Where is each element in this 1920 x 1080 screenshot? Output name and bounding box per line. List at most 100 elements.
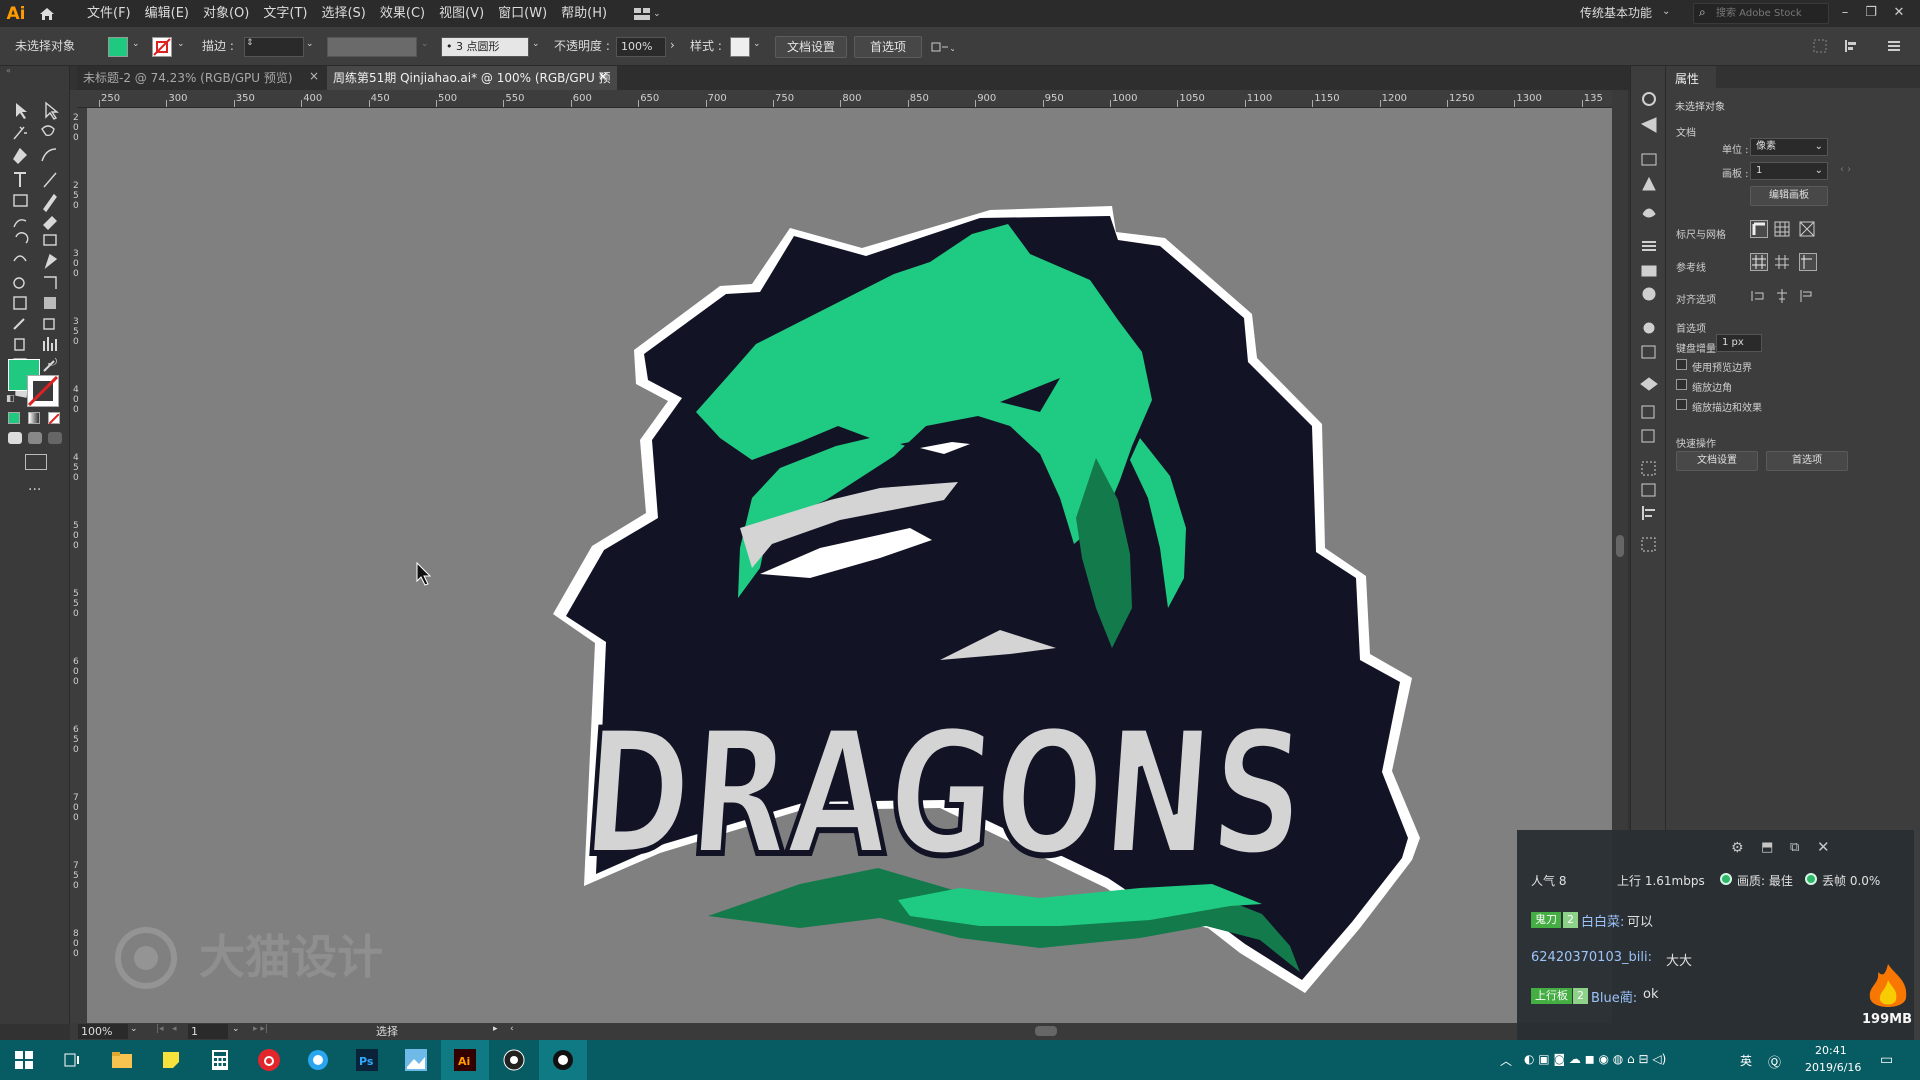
tab-qinjiahao[interactable]: 周练第51期 Qinjiahao.ai* @ 100% (RGB/GPU 预览) [327,66,617,109]
tray-icons[interactable]: ◐ ▣ ◙ ☁ ◼ ◉ ◍ ⌂ ⊟ ◁) [1524,1052,1666,1066]
zoom-input[interactable]: 100% [78,1024,128,1039]
gradient-mode-icon[interactable] [28,412,40,424]
brush-definition[interactable]: • 3 点圆形 [441,37,529,57]
chevron-right-icon[interactable]: › [670,38,675,52]
calculator-icon[interactable] [196,1040,244,1080]
draw-normal-icon[interactable] [8,432,22,444]
color-mode-icon[interactable] [8,412,20,424]
close-button[interactable]: ✕ [1886,0,1912,27]
previous-artboard-icon[interactable]: ‹ › [1840,164,1851,175]
snap-to-pixel-icon[interactable] [1750,288,1766,304]
menu-edit[interactable]: 编辑(E) [138,0,196,27]
artboard-canvas[interactable]: DRAGONS 大猫设计 [87,108,1612,1023]
artboard-number-input[interactable]: 1 [188,1024,228,1039]
document-setup-button[interactable]: 文档设置 [775,36,847,58]
menu-effect[interactable]: 效果(C) [373,0,432,27]
stepper-icon[interactable]: ⇕ [246,38,254,48]
tab-untitled-2[interactable]: 未标题-2 @ 74.23% (RGB/GPU 预览) [77,66,327,90]
pin-icon[interactable]: ⬒ [1761,840,1773,855]
panel-menu-icon[interactable] [1887,39,1903,55]
capture-app-icon[interactable] [539,1040,587,1080]
vertical-ruler[interactable]: 200 250 300 350 400 450 500 550 600 650 700 750 800 [70,108,87,1023]
chevron-down-icon[interactable]: ⌄ [130,1024,138,1034]
arrange-documents-icon[interactable]: ⌄ [634,0,664,27]
next-artboard-icon[interactable]: ▸ ▸| [253,1024,268,1034]
stock-search-input[interactable]: 搜索 Adobe Stock [1693,3,1829,24]
quick-preferences-button[interactable]: 首选项 [1766,451,1848,471]
status-arrow-icon[interactable]: ▸ [493,1024,498,1034]
isolate-icon[interactable] [1813,39,1829,55]
default-colors-icon[interactable]: ◧ [6,394,15,404]
preferences-button[interactable]: 首选项 [854,36,922,58]
menu-select[interactable]: 选择(S) [314,0,372,27]
horizontal-scroll-thumb[interactable] [1035,1026,1057,1036]
ime-indicator[interactable]: 英 [1740,1052,1752,1069]
transform-icon[interactable]: ⌄ [930,39,957,55]
none-mode-icon[interactable] [48,412,60,425]
popout-icon[interactable]: ⧉ [1790,840,1799,855]
keyboard-increment-input[interactable]: 1 px [1716,334,1762,352]
horizontal-ruler[interactable]: 250 300 350 400 450 500 550 600 650 700 750 800 850 9… [77,90,1612,108]
align-art-icon[interactable] [1799,288,1815,304]
grid-icon[interactable] [1774,221,1790,237]
chevron-down-icon[interactable]: ⌄ [306,39,314,49]
minimize-button[interactable]: – [1832,0,1858,27]
chevron-down-icon[interactable]: ⌄ [132,39,140,49]
browser-icon[interactable] [294,1040,342,1080]
menu-object[interactable]: 对象(O) [196,0,256,27]
menu-help[interactable]: 帮助(H) [554,0,614,27]
lock-guides-icon[interactable] [1774,254,1790,270]
opacity-input[interactable]: 100% [616,37,666,57]
stroke-swatch[interactable] [152,37,172,57]
fill-swatch[interactable] [108,37,128,57]
more-tools-icon[interactable]: ··· [28,482,41,498]
notification-icon[interactable]: ▭ [1880,1052,1893,1068]
workspace-switcher[interactable]: 传统基本功能 [1580,0,1652,27]
scale-corners-checkbox[interactable] [1676,379,1687,390]
variable-width-profile[interactable] [327,37,417,57]
artboard-select[interactable]: 1 ⌄ [1750,162,1828,180]
scroll-left-icon[interactable]: ‹ [510,1024,514,1034]
show-guides-icon[interactable] [1750,253,1768,271]
home-icon[interactable] [32,0,62,27]
quick-document-setup-button[interactable]: 文档设置 [1676,451,1758,471]
transparency-grid-icon[interactable] [1799,221,1815,237]
use-preview-bounds-checkbox[interactable] [1676,359,1687,370]
menu-file[interactable]: 文件(F) [80,0,138,27]
snap-to-point-icon[interactable] [1774,288,1790,304]
chevron-down-icon[interactable]: ⌄ [532,39,540,49]
restore-button[interactable]: ❐ [1858,0,1884,27]
close-tab-icon[interactable]: × [598,69,608,83]
menu-window[interactable]: 窗口(W) [491,0,554,27]
sticky-notes-icon[interactable] [147,1040,195,1080]
stroke-color-swatch[interactable] [27,375,59,407]
draw-behind-icon[interactable] [28,432,42,444]
edit-artboards-button[interactable]: 编辑画板 [1750,186,1828,206]
rulers-icon[interactable] [1750,220,1768,238]
start-icon[interactable] [0,1040,48,1080]
ime-mode-icon[interactable]: Ⓠ [1768,1052,1781,1071]
menu-view[interactable]: 视图(V) [432,0,491,27]
chevron-down-icon[interactable]: ⌄ [753,39,761,49]
screen-mode-icon[interactable] [25,454,47,470]
scale-strokes-checkbox[interactable] [1676,399,1687,410]
task-view-icon[interactable] [48,1040,96,1080]
properties-tab[interactable]: 属性 [1675,70,1699,87]
obs-icon[interactable] [490,1040,538,1080]
align-icon[interactable] [1843,39,1867,55]
chevron-down-icon[interactable]: ⌄ [177,39,185,49]
settings-icon[interactable]: ⚙ [1731,840,1744,856]
status-mode[interactable]: 选择 [376,1024,398,1039]
scroll-thumb[interactable] [1616,535,1624,557]
tray-expand-icon[interactable]: ︿ [1500,1052,1512,1069]
collapse-icon[interactable]: « [0,66,70,75]
illustrator-taskbar-icon[interactable]: Ai [441,1040,489,1080]
graphic-style-swatch[interactable] [730,37,750,57]
clock-date[interactable]: 2019/6/16 [1805,1061,1861,1074]
image-viewer-icon[interactable] [392,1040,440,1080]
file-explorer-icon[interactable] [98,1040,146,1080]
clock-time[interactable]: 20:41 [1815,1044,1847,1057]
netease-music-icon[interactable] [245,1040,293,1080]
swap-colors-icon[interactable]: ⤾ [48,356,57,370]
menu-type[interactable]: 文字(T) [256,0,314,27]
